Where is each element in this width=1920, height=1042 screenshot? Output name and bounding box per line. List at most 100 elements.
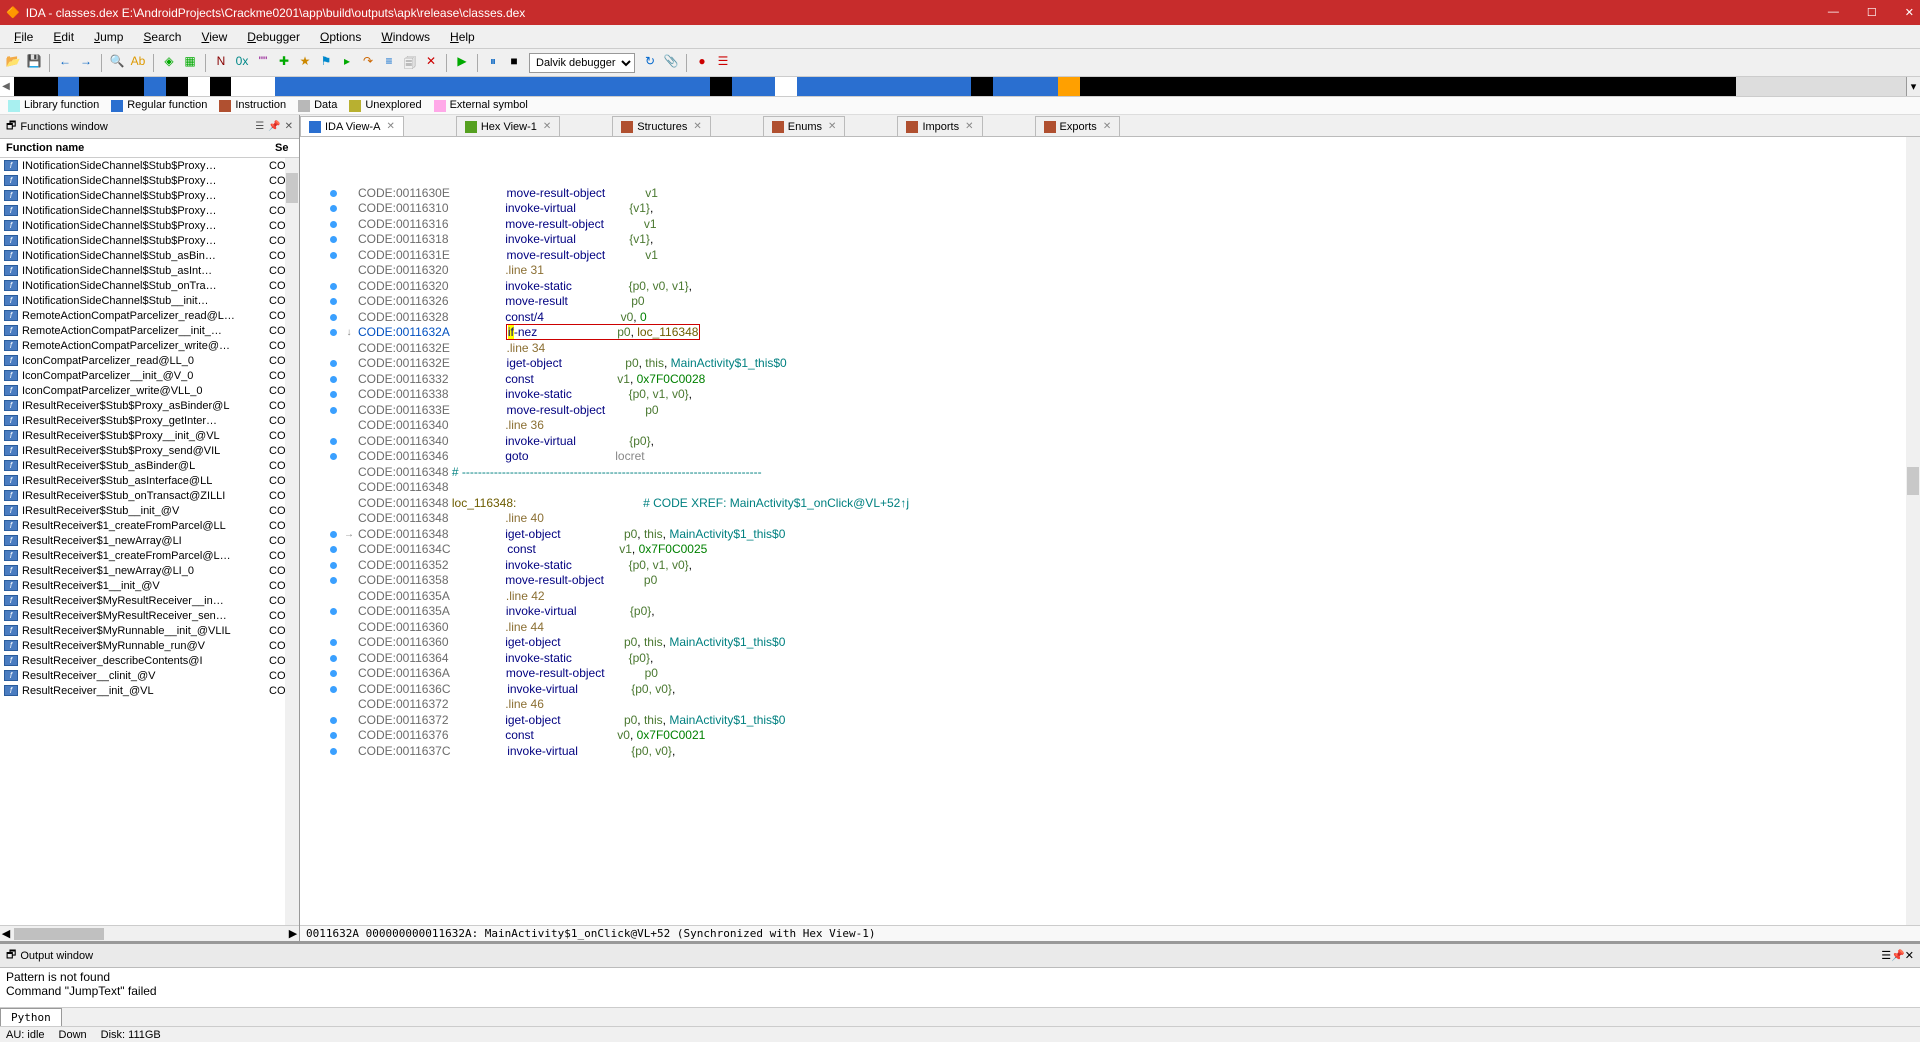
mark-n-icon[interactable]: N: [212, 54, 230, 72]
disasm-line[interactable]: CODE:00116320 invoke-static {p0, v0, v1}…: [326, 279, 1920, 295]
bp-list-icon[interactable]: ☰: [714, 54, 732, 72]
tab-exports[interactable]: Exports✕: [1035, 116, 1121, 136]
function-row[interactable]: fINotificationSideChannel$Stub__init…CO…: [0, 293, 299, 308]
tab-close-icon[interactable]: ✕: [1103, 121, 1111, 132]
function-row[interactable]: fResultReceiver$MyResultReceiver_sen…CO…: [0, 608, 299, 623]
star-icon[interactable]: ★: [296, 54, 314, 72]
output-menu-icon[interactable]: ☰: [1881, 949, 1891, 962]
disasm-line[interactable]: CODE:00116360 .line 44: [326, 620, 1920, 636]
function-row[interactable]: fResultReceiver__clinit_@VCO…: [0, 668, 299, 683]
disasm-line[interactable]: CODE:00116320 .line 31: [326, 263, 1920, 279]
function-row[interactable]: fIResultReceiver$Stub_asBinder@LCO…: [0, 458, 299, 473]
disasm-line[interactable]: CODE:00116338 invoke-static {p0, v1, v0}…: [326, 387, 1920, 403]
disasm-line[interactable]: CODE:00116372 iget-object p0, this, Main…: [326, 713, 1920, 729]
disasm-line[interactable]: CODE:00116316 move-result-object v1: [326, 217, 1920, 233]
function-row[interactable]: fINotificationSideChannel$Stub_onTra…CO…: [0, 278, 299, 293]
pause-icon[interactable]: ⏸: [484, 54, 502, 72]
tab-imports[interactable]: Imports✕: [897, 116, 982, 136]
function-row[interactable]: fResultReceiver$MyRunnable__init_@VLILCO…: [0, 623, 299, 638]
function-row[interactable]: fResultReceiver$MyRunnable_run@VCO…: [0, 638, 299, 653]
function-row[interactable]: fResultReceiver__init_@VLCO…: [0, 683, 299, 698]
open-icon[interactable]: 📂: [4, 54, 22, 72]
tab-close-icon[interactable]: ✕: [828, 121, 836, 132]
panel-close-icon[interactable]: ✕: [285, 121, 293, 132]
tab-python[interactable]: Python: [0, 1008, 62, 1026]
search-icon[interactable]: 🔍: [108, 54, 126, 72]
nav-strip[interactable]: ◀ ▾: [0, 77, 1920, 97]
disasm-line[interactable]: CODE:0011632E iget-object p0, this, Main…: [326, 356, 1920, 372]
play-icon[interactable]: ▶: [453, 54, 471, 72]
output-pin-icon[interactable]: 📌: [1891, 949, 1905, 962]
function-row[interactable]: fINotificationSideChannel$Stub$Proxy…CO…: [0, 203, 299, 218]
hex-icon[interactable]: 0x: [233, 54, 251, 72]
tab-close-icon[interactable]: ✕: [693, 121, 701, 132]
disasm-line[interactable]: →CODE:00116348 iget-object p0, this, Mai…: [326, 527, 1920, 543]
function-row[interactable]: fINotificationSideChannel$Stub$Proxy…CO…: [0, 173, 299, 188]
disasm-line[interactable]: CODE:0011630E move-result-object v1: [326, 186, 1920, 202]
function-row[interactable]: fIconCompatParcelizer_read@LL_0CO…: [0, 353, 299, 368]
disasm-line[interactable]: CODE:00116360 iget-object p0, this, Main…: [326, 635, 1920, 651]
function-row[interactable]: fResultReceiver$1_createFromParcel@L…CO…: [0, 548, 299, 563]
disasm-line[interactable]: CODE:00116348: [326, 480, 1920, 496]
string-icon[interactable]: "": [254, 54, 272, 72]
menu-jump[interactable]: Jump: [84, 28, 133, 46]
function-row[interactable]: fIResultReceiver$Stub__init_@VCO…: [0, 503, 299, 518]
search-text-icon[interactable]: Ab: [129, 54, 147, 72]
disasm-line[interactable]: CODE:00116348 # ------------------------…: [326, 465, 1920, 481]
menu-view[interactable]: View: [191, 28, 237, 46]
function-row[interactable]: fINotificationSideChannel$Stub$Proxy…CO…: [0, 233, 299, 248]
function-row[interactable]: fResultReceiver$1__init_@VCO…: [0, 578, 299, 593]
debugger-select[interactable]: Dalvik debugger: [529, 53, 635, 73]
disasm-line[interactable]: CODE:0011635A invoke-virtual {p0},: [326, 604, 1920, 620]
flag-icon[interactable]: ⚑: [317, 54, 335, 72]
function-row[interactable]: fRemoteActionCompatParcelizer_read@L…CO…: [0, 308, 299, 323]
refresh-icon[interactable]: ↻: [641, 54, 659, 72]
function-row[interactable]: fResultReceiver_describeContents@ICO…: [0, 653, 299, 668]
disasm-line[interactable]: CODE:00116326 move-result p0: [326, 294, 1920, 310]
menu-debugger[interactable]: Debugger: [237, 28, 310, 46]
bp-icon[interactable]: ●: [693, 54, 711, 72]
disasm-line[interactable]: CODE:0011633E move-result-object p0: [326, 403, 1920, 419]
tab-close-icon[interactable]: ✕: [965, 121, 973, 132]
output-close-icon[interactable]: ✕: [1905, 949, 1914, 962]
nav-dropdown-icon[interactable]: ▾: [1906, 77, 1920, 96]
disasm-line[interactable]: ↓CODE:0011632A if-nez p0, loc_116348: [326, 325, 1920, 341]
stop-icon[interactable]: ■: [505, 54, 523, 72]
zoom-fit-icon[interactable]: ◈: [160, 54, 178, 72]
disasm-line[interactable]: CODE:00116340 .line 36: [326, 418, 1920, 434]
maximize-button[interactable]: ☐: [1867, 6, 1877, 19]
output-body[interactable]: Pattern is not foundCommand "JumpText" f…: [0, 968, 1920, 1007]
function-row[interactable]: fINotificationSideChannel$Stub$Proxy…CO…: [0, 188, 299, 203]
disassembly-view[interactable]: CODE:0011630E move-result-object v1CODE:…: [300, 137, 1920, 925]
disasm-line[interactable]: CODE:00116340 invoke-virtual {p0},: [326, 434, 1920, 450]
fwd-icon[interactable]: →: [77, 54, 95, 72]
function-row[interactable]: fINotificationSideChannel$Stub_asBin…CO…: [0, 248, 299, 263]
menu-help[interactable]: Help: [440, 28, 485, 46]
menu-windows[interactable]: Windows: [371, 28, 440, 46]
script-icon[interactable]: ≡: [380, 54, 398, 72]
disasm-line[interactable]: CODE:00116346 goto locret: [326, 449, 1920, 465]
disasm-line[interactable]: CODE:00116328 const/4 v0, 0: [326, 310, 1920, 326]
tab-close-icon[interactable]: ✕: [543, 121, 551, 132]
disasm-line[interactable]: CODE:0011632E .line 34: [326, 341, 1920, 357]
disasm-line[interactable]: CODE:0011636C invoke-virtual {p0, v0},: [326, 682, 1920, 698]
disasm-line[interactable]: CODE:0011637C invoke-virtual {p0, v0},: [326, 744, 1920, 760]
close-button[interactable]: ✕: [1905, 6, 1914, 19]
function-row[interactable]: fIconCompatParcelizer_write@VLL_0CO…: [0, 383, 299, 398]
tab-ida-view-a[interactable]: IDA View-A✕: [300, 116, 404, 136]
disasm-line[interactable]: CODE:00116318 invoke-virtual {v1},: [326, 232, 1920, 248]
function-row[interactable]: fIconCompatParcelizer__init_@V_0CO…: [0, 368, 299, 383]
panel-pin-icon[interactable]: 📌: [268, 121, 280, 132]
function-row[interactable]: fIResultReceiver$Stub$Proxy_asBinder@LCO…: [0, 398, 299, 413]
function-row[interactable]: fResultReceiver$MyResultReceiver__in…CO…: [0, 593, 299, 608]
function-row[interactable]: fIResultReceiver$Stub_asInterface@LLCO…: [0, 473, 299, 488]
disasm-line[interactable]: CODE:00116332 const v1, 0x7F0C0028: [326, 372, 1920, 388]
function-row[interactable]: fResultReceiver$1_newArray@LI_0CO…: [0, 563, 299, 578]
disasm-line[interactable]: CODE:00116310 invoke-virtual {v1},: [326, 201, 1920, 217]
function-list[interactable]: fINotificationSideChannel$Stub$Proxy…CO……: [0, 158, 299, 925]
function-row[interactable]: fRemoteActionCompatParcelizer__init_…CO…: [0, 323, 299, 338]
function-row[interactable]: fIResultReceiver$Stub$Proxy_send@VILCO…: [0, 443, 299, 458]
disasm-line[interactable]: CODE:0011636A move-result-object p0: [326, 666, 1920, 682]
menu-edit[interactable]: Edit: [43, 28, 84, 46]
hscroll[interactable]: ◀ ▶: [0, 925, 299, 941]
